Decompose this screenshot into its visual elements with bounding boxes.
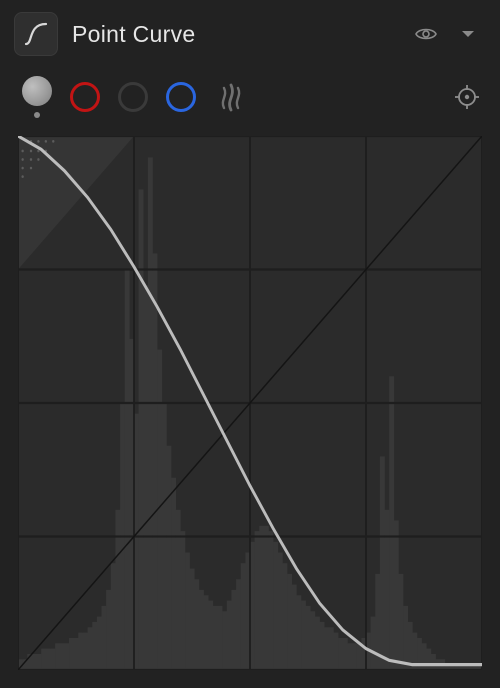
eye-icon <box>414 22 438 46</box>
auto-curve-button[interactable] <box>214 80 248 114</box>
channel-blue[interactable] <box>166 82 196 112</box>
target-icon <box>454 84 480 110</box>
targeted-adjustment-button[interactable] <box>452 82 482 112</box>
master-channel-icon <box>22 76 52 106</box>
channel-master[interactable] <box>22 76 52 118</box>
channel-green[interactable] <box>118 82 148 112</box>
point-curve-panel: Point Curve <box>0 0 500 688</box>
panel-title: Point Curve <box>72 21 398 48</box>
panel-header: Point Curve <box>0 0 500 62</box>
master-selected-dot <box>34 112 40 118</box>
channel-red[interactable] <box>70 82 100 112</box>
curve-icon-button[interactable] <box>14 12 58 56</box>
chevron-down-icon <box>460 26 476 42</box>
curve-graph-svg <box>18 136 482 670</box>
visibility-toggle[interactable] <box>412 20 440 48</box>
collapse-button[interactable] <box>454 20 482 48</box>
curve-graph[interactable] <box>18 136 482 670</box>
smoke-icon <box>216 82 246 112</box>
channel-row <box>0 62 500 128</box>
curve-icon <box>23 21 49 47</box>
